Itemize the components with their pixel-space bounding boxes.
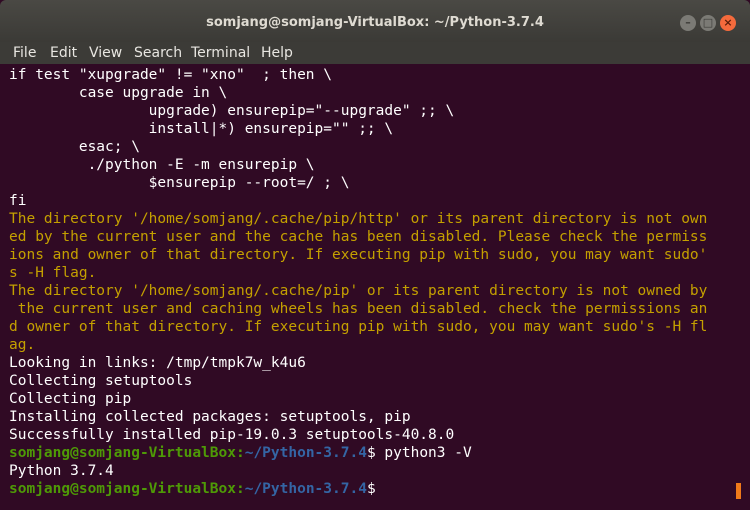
minimize-icon[interactable]: – bbox=[680, 15, 696, 31]
warning-line: d owner of that directory. If executing … bbox=[9, 319, 708, 335]
prompt-separator: : bbox=[235, 481, 245, 497]
prompt-separator: : bbox=[235, 445, 245, 461]
terminal-line: Successfully installed pip-19.0.3 setupt… bbox=[9, 427, 455, 443]
terminal-line: Looking in links: /tmp/tmpk7w_k4u6 bbox=[9, 355, 306, 371]
menu-edit[interactable]: Edit bbox=[50, 45, 77, 61]
warning-line: ag. bbox=[9, 337, 36, 353]
prompt-line: somjang@somjang-VirtualBox:~/Python-3.7.… bbox=[9, 444, 472, 462]
command-output: Python 3.7.4 bbox=[9, 463, 114, 479]
menu-view[interactable]: View bbox=[89, 45, 122, 61]
typed-command: python3 -V bbox=[375, 445, 472, 461]
terminal-line: install|*) ensurepip="" ;; \ bbox=[9, 121, 394, 137]
menu-search[interactable]: Search bbox=[134, 45, 182, 61]
terminal-line: if test "xupgrade" != "xno" ; then \ bbox=[9, 67, 333, 83]
title-bar[interactable]: somjang@somjang-VirtualBox: ~/Python-3.7… bbox=[0, 0, 750, 42]
prompt-user-host: somjang@somjang-VirtualBox bbox=[9, 481, 236, 497]
prompt-symbol: $ bbox=[366, 481, 376, 497]
terminal-line: case upgrade in \ bbox=[9, 85, 228, 101]
terminal-line: fi bbox=[9, 193, 27, 209]
warning-line: s -H flag. bbox=[9, 265, 97, 281]
menu-terminal[interactable]: Terminal bbox=[191, 45, 250, 61]
active-prompt-line[interactable]: somjang@somjang-VirtualBox:~/Python-3.7.… bbox=[9, 480, 376, 498]
terminal-line: esac; \ bbox=[9, 139, 140, 155]
warning-line: The directory '/home/somjang/.cache/pip'… bbox=[9, 283, 708, 299]
terminal-line: Collecting pip bbox=[9, 391, 132, 407]
menu-help[interactable]: Help bbox=[261, 45, 293, 61]
warning-line: the current user and caching wheels has … bbox=[9, 301, 708, 317]
warning-line: The directory '/home/somjang/.cache/pip/… bbox=[9, 211, 708, 227]
terminal-line: upgrade) ensurepip="--upgrade" ;; \ bbox=[9, 103, 455, 119]
warning-line: ions and owner of that directory. If exe… bbox=[9, 247, 708, 263]
menu-file[interactable]: File bbox=[13, 45, 36, 61]
terminal-window: somjang@somjang-VirtualBox: ~/Python-3.7… bbox=[0, 0, 750, 510]
prompt-symbol: $ bbox=[366, 445, 376, 461]
terminal-line: ./python -E -m ensurepip \ bbox=[9, 157, 315, 173]
warning-line: ed by the current user and the cache has… bbox=[9, 229, 708, 245]
window-title: somjang@somjang-VirtualBox: ~/Python-3.7… bbox=[206, 15, 544, 30]
terminal-output[interactable]: if test "xupgrade" != "xno" ; then \ cas… bbox=[0, 64, 750, 510]
prompt-user-host: somjang@somjang-VirtualBox bbox=[9, 445, 236, 461]
terminal-line: $ensurepip --root=/ ; \ bbox=[9, 175, 350, 191]
close-icon[interactable]: × bbox=[720, 15, 736, 31]
prompt-path: ~/Python-3.7.4 bbox=[244, 481, 367, 497]
prompt-path: ~/Python-3.7.4 bbox=[244, 445, 367, 461]
menu-bar: File Edit View Search Terminal Help bbox=[0, 42, 750, 64]
maximize-icon[interactable]: □ bbox=[700, 15, 716, 31]
terminal-line: Installing collected packages: setuptool… bbox=[9, 409, 411, 425]
cursor bbox=[736, 483, 741, 499]
terminal-line: Collecting setuptools bbox=[9, 373, 193, 389]
